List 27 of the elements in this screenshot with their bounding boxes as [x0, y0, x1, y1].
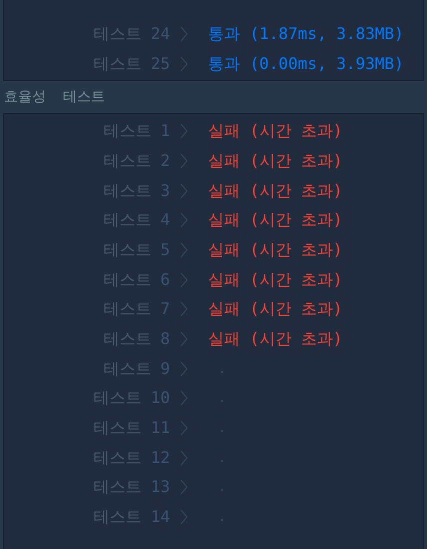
test-result: 실패 (시간 초과)	[208, 268, 343, 291]
chevron-icon	[180, 450, 188, 466]
chevron-icon	[180, 182, 188, 199]
test-result: 통과 (1.87ms, 3.83MB)	[208, 22, 404, 45]
chevron-icon	[180, 390, 188, 406]
chevron-icon	[180, 152, 188, 169]
chevron-icon	[180, 331, 188, 348]
chevron-icon	[180, 509, 188, 526]
test-result: 실패 (시간 초과)	[208, 298, 343, 320]
section-title: 효율성 테스트	[3, 88, 106, 107]
chevron-icon	[180, 479, 188, 496]
test-result: 실패 (시간 초과)	[208, 150, 343, 172]
chevron-icon	[180, 420, 188, 436]
test-result: 통과 (0.00ms, 3.93MB)	[208, 52, 404, 75]
chevron-icon	[180, 26, 188, 42]
chevron-icon	[180, 301, 188, 318]
chevron-icon	[180, 272, 188, 288]
test-result: 실패 (시간 초과)	[208, 180, 343, 202]
chevron-icon	[180, 212, 188, 228]
test-result: 실패 (시간 초과)	[208, 209, 343, 232]
chevron-icon	[180, 242, 188, 258]
chevron-icon	[180, 56, 188, 72]
test-result: 실패 (시간 초과)	[208, 238, 343, 261]
chevron-icon	[180, 123, 188, 140]
test-result: 실패 (시간 초과)	[208, 328, 343, 350]
test-result: 실패 (시간 초과)	[208, 120, 343, 142]
chevron-icon	[180, 360, 188, 377]
